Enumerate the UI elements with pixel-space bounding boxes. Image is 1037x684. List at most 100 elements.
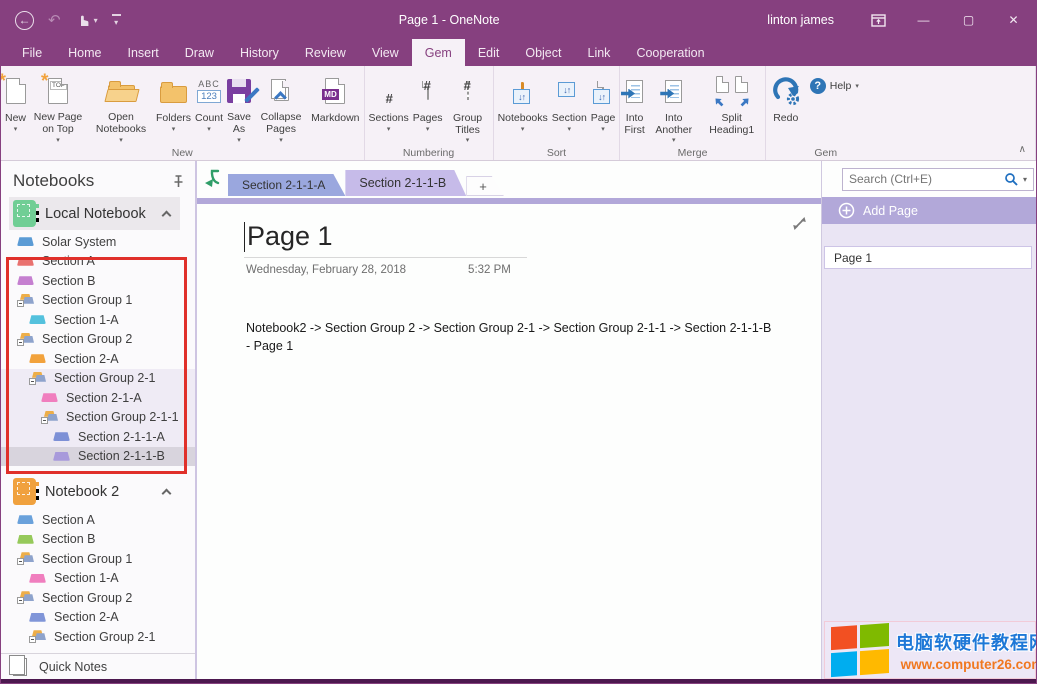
customize-qat-button[interactable]: ▾ [112,14,121,27]
undo-icon: ↶ [48,11,61,29]
markdown-icon: MD [325,78,345,104]
section-tab-2-1-1-a[interactable]: Section 2-1-1-A [228,174,345,196]
help-button[interactable]: ? Help ▾ [810,75,859,97]
account-user-name[interactable]: linton james [767,13,834,27]
page-canvas[interactable]: Page 1 Wednesday, February 28, 2018 5:32… [197,204,821,679]
sidebar-item-section-a[interactable]: Section A [1,252,195,272]
dropdown-caret: ▾ [94,16,98,25]
search-icon[interactable] [1004,172,1018,186]
touch-mode-icon [75,12,91,28]
collapse-ribbon-button[interactable]: ∧ [1019,144,1026,155]
tab-edit[interactable]: Edit [465,39,513,66]
sidebar-item-section-group-2-1-1[interactable]: Section Group 2-1-1 [1,408,195,428]
sidebar-item-section-2-1-1-b[interactable]: Section 2-1-1-B [1,447,195,467]
sidebar-item-nb2-section-2-a[interactable]: Section 2-A [1,608,195,628]
back-button[interactable]: ← [15,11,34,30]
collapse-pages-button[interactable]: Collapse Pages▾ [253,69,309,145]
titlebar: ← ↶ ▾ ▾ Page 1 - OneNote linton james — … [1,1,1036,39]
maximize-button[interactable]: ▢ [946,1,991,39]
count-button[interactable]: ABC123 Count▾ [193,69,225,145]
window-bottom-edge [1,679,1036,683]
tab-cooperation[interactable]: Cooperation [623,39,717,66]
sidebar-item-solar-system[interactable]: Solar System [1,232,195,252]
tab-home[interactable]: Home [55,39,114,66]
sidebar-item-nb2-section-1-a[interactable]: Section 1-A [1,569,195,589]
tab-insert[interactable]: Insert [115,39,172,66]
sidebar-item-nb2-section-b[interactable]: Section B [1,530,195,550]
markdown-button[interactable]: MD Markdown [309,69,361,145]
number-pages-button[interactable]: # Pages▾ [411,69,445,145]
new-button[interactable]: * New▾ [3,69,28,145]
section-tab-icon [17,276,34,285]
section-group-icon [17,591,34,604]
tab-gem[interactable]: Gem [412,39,465,66]
new-page-on-top-button[interactable]: *TOP New Page on Top▾ [28,69,88,145]
sidebar-item-section-group-1[interactable]: Section Group 1 [1,291,195,311]
tab-view[interactable]: View [359,39,412,66]
page-title[interactable]: Page 1 [244,221,821,252]
redo-button[interactable]: Redo [768,69,804,145]
expand-page-button[interactable] [792,216,807,236]
number-sections-button[interactable]: # Sections▾ [367,69,411,145]
merge-into-another-button[interactable]: Into Another▾ [647,69,701,145]
search-box[interactable]: ▾ [842,168,1034,191]
notebook-icon [13,200,36,227]
touch-mouse-mode-button[interactable]: ▾ [75,12,98,28]
folder-icon [160,86,187,103]
tab-history[interactable]: History [227,39,292,66]
pin-icon[interactable] [172,174,185,188]
sidebar-item-section-group-2[interactable]: Section Group 2 [1,330,195,350]
sidebar-item-nb2-section-group-2[interactable]: Section Group 2 [1,588,195,608]
tab-object[interactable]: Object [512,39,574,66]
split-heading1-button[interactable]: Split Heading1 [701,69,763,145]
number-group-titles-button[interactable]: # Group Titles▾ [445,69,491,145]
sidebar-item-section-2-1-1-a[interactable]: Section 2-1-1-A [1,427,195,447]
onenote-window: ← ↶ ▾ ▾ Page 1 - OneNote linton james — … [0,0,1037,684]
ribbon-group-gem: Redo ? Help ▾ Gem [766,66,1036,160]
save-as-button[interactable]: Save As▾ [225,69,253,145]
sort-notebooks-button[interactable]: ↓↑ Notebooks▾ [496,69,550,145]
tab-file[interactable]: File [9,39,55,66]
notebook-local-notebook[interactable]: Local Notebook [9,197,180,230]
sidebar-item-section-1-a[interactable]: Section 1-A [1,310,195,330]
section-tab-2-1-1-b[interactable]: Section 2-1-1-B [345,170,466,196]
ribbon-display-options-button[interactable] [856,1,901,39]
sidebar-item-section-2-a[interactable]: Section 2-A [1,349,195,369]
minimize-button[interactable]: — [901,1,946,39]
tab-link[interactable]: Link [575,39,624,66]
tab-draw[interactable]: Draw [172,39,227,66]
navigate-back-icon [203,168,221,188]
sidebar-item-section-b[interactable]: Section B [1,271,195,291]
search-input[interactable] [849,172,1004,186]
sidebar-item-nb2-section-group-2-1[interactable]: Section Group 2-1 [1,627,195,647]
notebooks-sidebar: Notebooks Local Notebook Solar System Se… [1,161,197,679]
sort-section-button[interactable]: ↓↑ Section▾ [550,69,589,145]
collapse-chevron-icon[interactable] [162,488,172,498]
new-page-icon: * [6,78,26,104]
search-scope-caret[interactable]: ▾ [1023,175,1027,184]
windows-flag-icon [831,623,891,677]
page-body-text[interactable]: Notebook2 -> Section Group 2 -> Section … [246,320,774,355]
section-tab-icon [17,237,34,246]
navigate-back-button[interactable] [203,168,221,193]
add-page-button[interactable]: Add Page [822,197,1036,224]
sort-page-button[interactable]: ↓↑ Page▾ [589,69,618,145]
sidebar-item-nb2-section-group-1[interactable]: Section Group 1 [1,549,195,569]
quick-notes-button[interactable]: Quick Notes [1,654,195,679]
add-page-icon [838,202,855,219]
new-section-tab-button[interactable]: + [466,176,504,196]
close-button[interactable]: ✕ [991,1,1036,39]
page-list-item[interactable]: Page 1 [824,246,1032,269]
notebook-notebook-2[interactable]: Notebook 2 [9,475,180,508]
tab-review[interactable]: Review [292,39,359,66]
undo-button[interactable]: ↶ [48,11,61,29]
sidebar-item-section-group-2-1[interactable]: Section Group 2-1 [1,369,195,389]
text-cursor [244,222,245,252]
merge-into-first-button[interactable]: Into First [622,69,646,145]
collapse-chevron-icon[interactable] [162,210,172,220]
sidebar-item-nb2-section-a[interactable]: Section A [1,510,195,530]
folders-button[interactable]: Folders▾ [154,69,193,145]
open-notebooks-button[interactable]: Open Notebooks▾ [88,69,154,145]
section-tab-icon [41,393,58,402]
sidebar-item-section-2-1-a[interactable]: Section 2-1-A [1,388,195,408]
